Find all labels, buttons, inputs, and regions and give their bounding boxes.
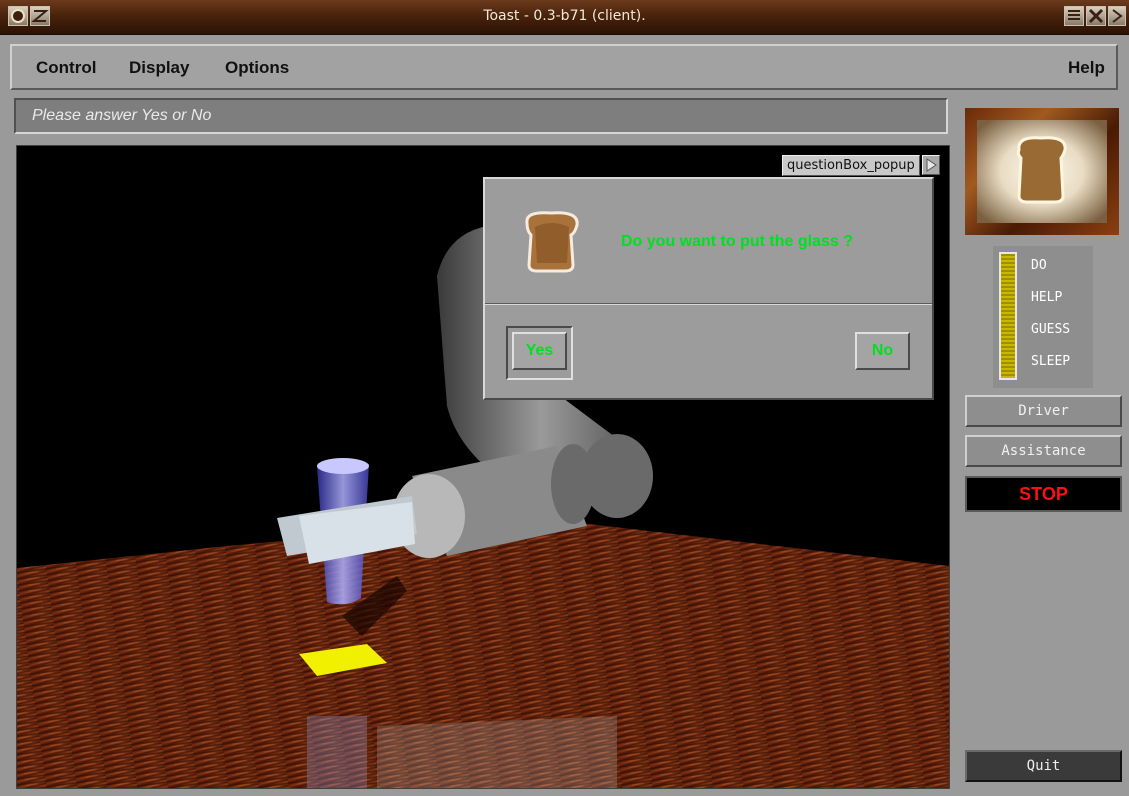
dialog-divider (485, 303, 932, 305)
assistance-button[interactable]: Assistance (965, 435, 1122, 467)
window-title: Toast - 0.3-b71 (client). (483, 8, 646, 24)
toast-icon (517, 209, 587, 275)
mode-guess[interactable]: GUESS (1031, 322, 1070, 337)
menu-display[interactable]: Display (129, 58, 189, 78)
menu-options[interactable]: Options (225, 58, 289, 78)
popup-tab[interactable]: questionBox_popup (782, 154, 940, 176)
mode-do[interactable]: DO (1031, 258, 1047, 273)
maximize-icon[interactable] (1108, 6, 1126, 26)
shade-icon[interactable] (1064, 6, 1084, 26)
menu-help[interactable]: Help (1068, 58, 1105, 78)
prompt-bar: Please answer Yes or No (14, 98, 948, 134)
portrait-toast-icon (977, 120, 1107, 223)
portrait-frame (965, 108, 1119, 235)
popup-tab-label[interactable]: questionBox_popup (782, 154, 920, 176)
menu-control[interactable]: Control (36, 58, 96, 78)
quit-button[interactable]: Quit (965, 750, 1122, 782)
stop-button[interactable]: STOP (965, 476, 1122, 512)
popup-tab-arrow-icon[interactable] (921, 155, 940, 175)
no-button[interactable]: No (855, 332, 910, 370)
driver-button[interactable]: Driver (965, 395, 1122, 427)
mode-panel: DO HELP GUESS SLEEP (993, 246, 1093, 388)
yes-button-focus-frame: Yes (506, 326, 573, 380)
title-bar: Toast - 0.3-b71 (client). (0, 0, 1129, 35)
question-text: Do you want to put the glass ? (621, 233, 853, 250)
mode-sleep[interactable]: SLEEP (1031, 354, 1070, 369)
menu-bar: Control Display Options Help (10, 44, 1118, 90)
yes-button[interactable]: Yes (512, 332, 567, 370)
mode-help[interactable]: HELP (1031, 290, 1062, 305)
prompt-text: Please answer Yes or No (32, 107, 212, 124)
question-dialog: Do you want to put the glass ? Yes No (483, 177, 934, 400)
mode-gauge (999, 252, 1017, 380)
close-icon[interactable] (1086, 6, 1106, 26)
